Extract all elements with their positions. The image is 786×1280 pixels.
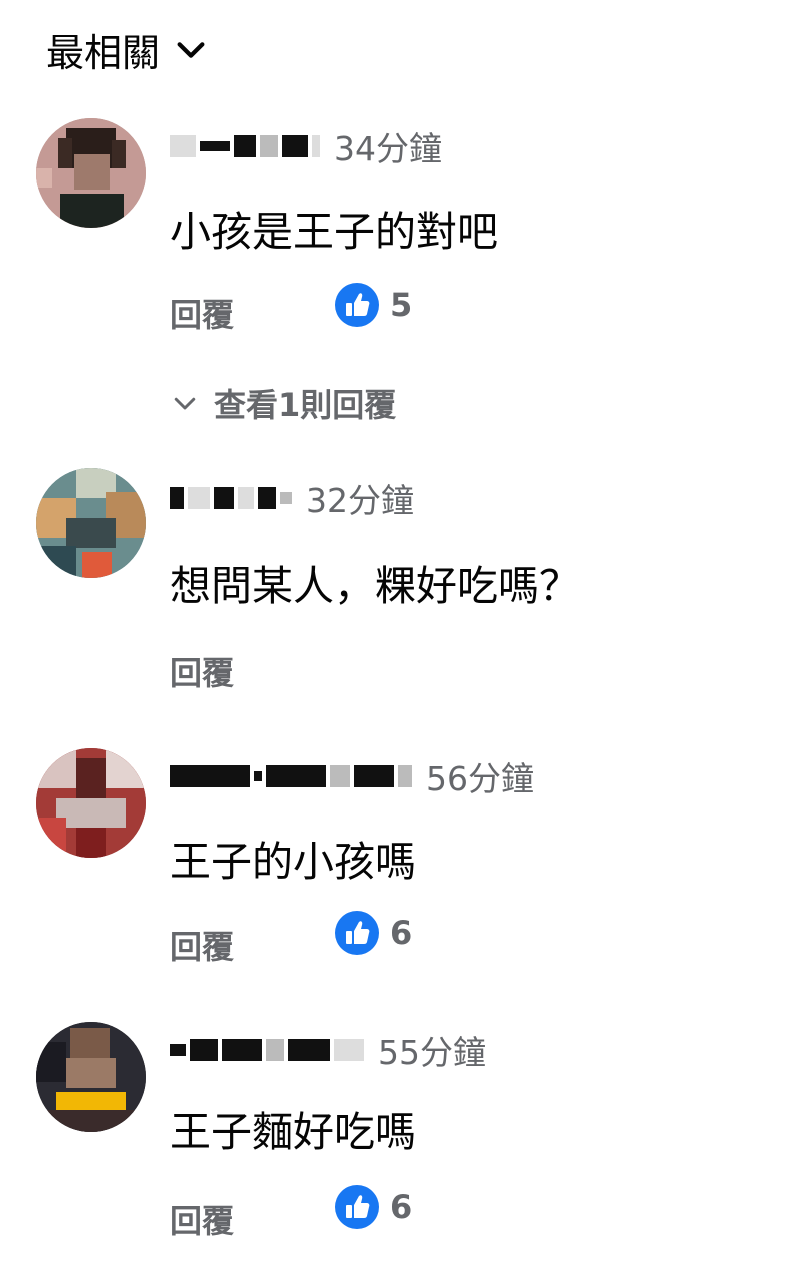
like-icon bbox=[335, 283, 379, 327]
comment-text: 小孩是王子的對吧 bbox=[170, 208, 498, 256]
comment: 34分鐘 小孩是王子的對吧 回覆 5 查看1則回覆 bbox=[0, 118, 786, 428]
reply-button[interactable]: 回覆 bbox=[170, 290, 234, 336]
view-replies-button[interactable]: 查看1則回覆 bbox=[170, 380, 396, 426]
comment-time[interactable]: 55分鐘 bbox=[378, 1026, 486, 1074]
view-replies-label: 查看1則回覆 bbox=[214, 386, 397, 424]
like-count: 5 bbox=[390, 286, 413, 324]
commenter-name[interactable] bbox=[170, 131, 324, 161]
avatar[interactable] bbox=[36, 1022, 146, 1132]
comment-text: 想問某人，粿好吃嗎？ bbox=[170, 562, 580, 610]
comment-time[interactable]: 34分鐘 bbox=[334, 122, 442, 170]
comment: 56分鐘 王子的小孩嗎 回覆 6 bbox=[0, 748, 786, 978]
sort-dropdown[interactable]: 最相關 bbox=[46, 22, 208, 77]
comment-text: 王子的小孩嗎 bbox=[170, 838, 416, 886]
like-count: 6 bbox=[390, 1188, 413, 1226]
chevron-down-icon bbox=[177, 41, 205, 58]
commenter-name[interactable] bbox=[170, 483, 296, 513]
like-icon bbox=[335, 911, 379, 955]
comment: 32分鐘 想問某人，粿好吃嗎？ 回覆 bbox=[0, 468, 786, 708]
reply-button[interactable]: 回覆 bbox=[170, 922, 234, 968]
comment-time[interactable]: 32分鐘 bbox=[306, 474, 414, 522]
reply-button[interactable]: 回覆 bbox=[170, 648, 234, 694]
reaction-count[interactable]: 6 bbox=[334, 1184, 412, 1230]
sort-label: 最相關 bbox=[46, 31, 161, 75]
avatar[interactable] bbox=[36, 118, 146, 228]
avatar[interactable] bbox=[36, 748, 146, 858]
reply-button[interactable]: 回覆 bbox=[170, 1196, 234, 1242]
comment-time[interactable]: 56分鐘 bbox=[426, 752, 534, 800]
like-icon bbox=[335, 1185, 379, 1229]
comment-text: 王子麵好吃嗎 bbox=[170, 1108, 416, 1156]
chevron-down-icon bbox=[174, 397, 196, 410]
avatar[interactable] bbox=[36, 468, 146, 578]
commenter-name[interactable] bbox=[170, 761, 416, 791]
reaction-count[interactable]: 6 bbox=[334, 910, 412, 956]
comment: 55分鐘 王子麵好吃嗎 回覆 6 bbox=[0, 1022, 786, 1262]
reaction-count[interactable]: 5 bbox=[334, 282, 412, 328]
like-count: 6 bbox=[390, 914, 413, 952]
commenter-name[interactable] bbox=[170, 1035, 368, 1065]
